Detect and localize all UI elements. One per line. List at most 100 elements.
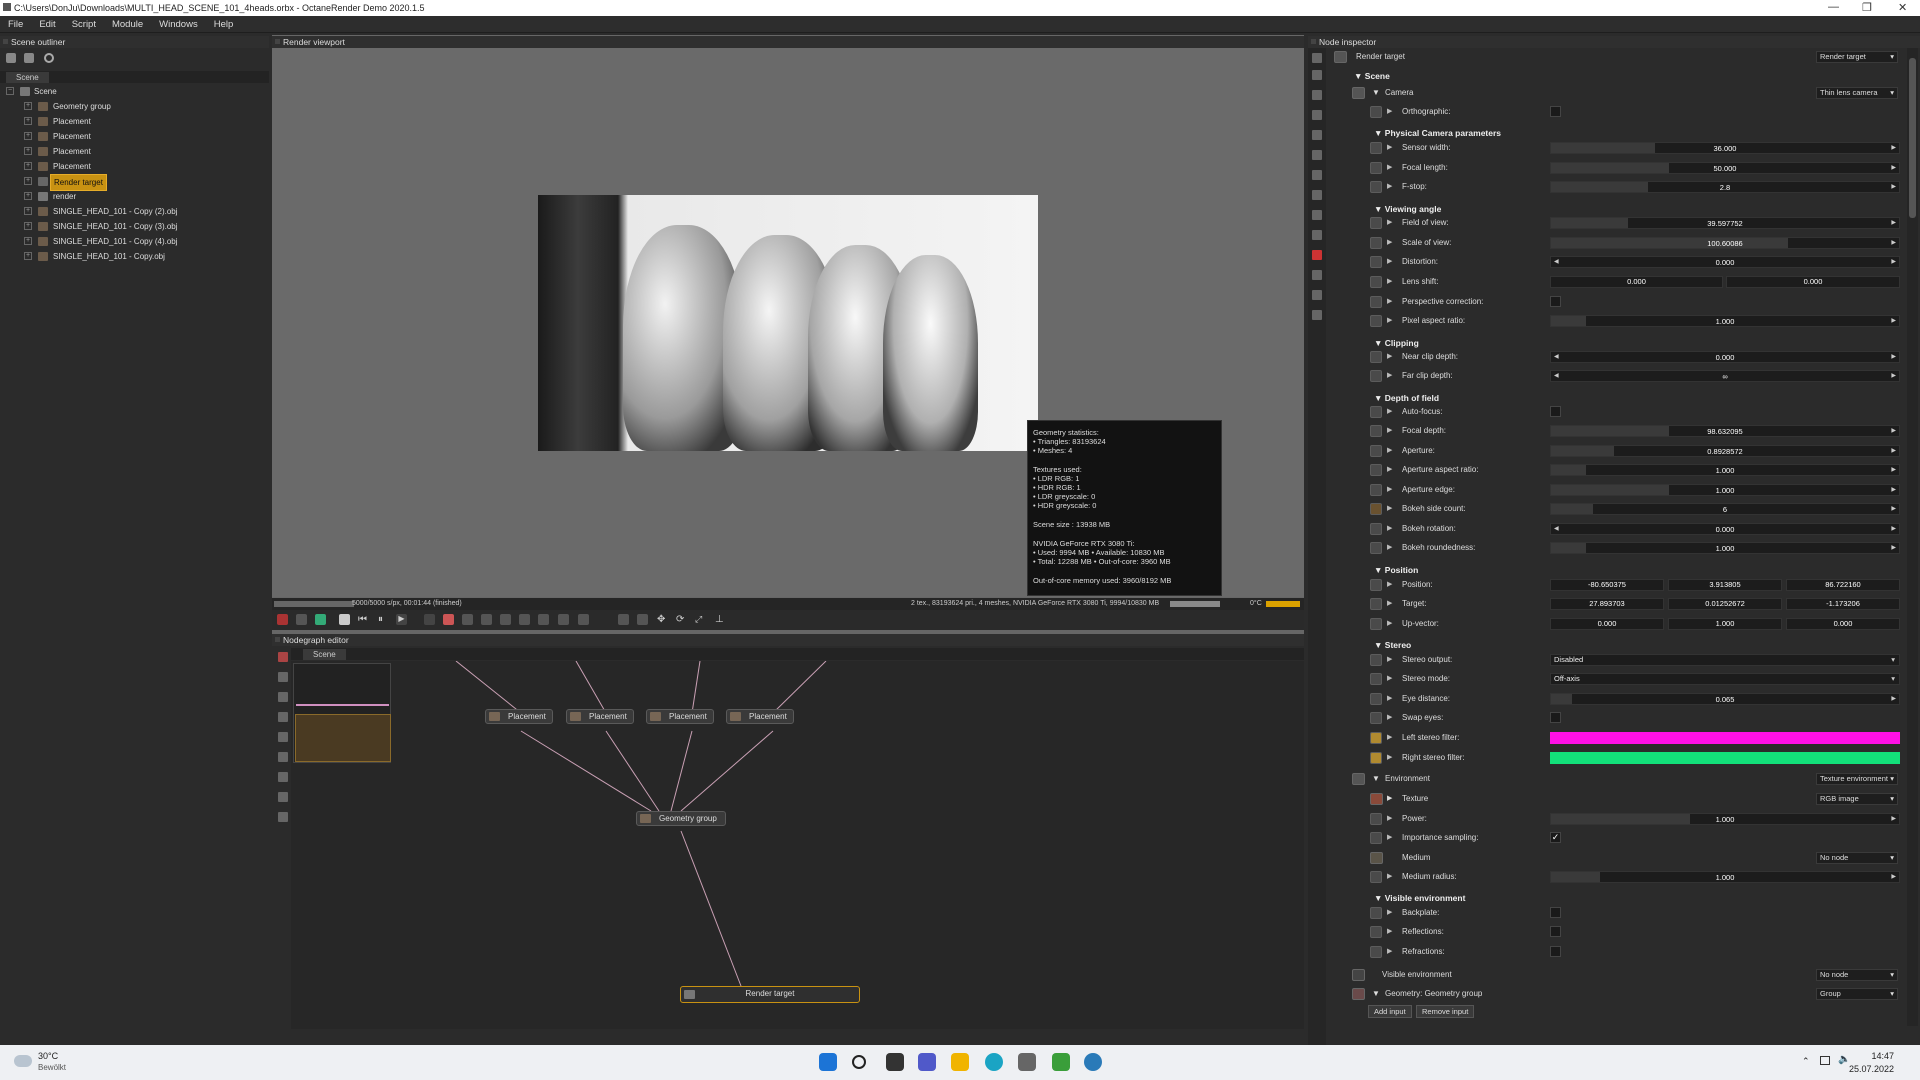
edge-icon[interactable] bbox=[985, 1053, 1003, 1071]
pin-icon[interactable] bbox=[1370, 523, 1382, 535]
clock-time[interactable]: 14:47 bbox=[1860, 1051, 1894, 1061]
chat-icon[interactable] bbox=[918, 1053, 936, 1071]
perspective-correction-checkbox[interactable] bbox=[1550, 296, 1561, 307]
start-icon[interactable] bbox=[819, 1053, 837, 1071]
remove-input-button[interactable]: Remove input bbox=[1416, 1005, 1475, 1018]
visible-environment-node-row[interactable]: Visible environment No node bbox=[1352, 967, 1904, 983]
weather-condition[interactable]: Bewölkt bbox=[38, 1063, 66, 1072]
expand-arrow-icon[interactable]: ▶ bbox=[1387, 257, 1392, 265]
expand-arrow-icon[interactable]: ▶ bbox=[1387, 316, 1392, 324]
maximize-icon[interactable]: ❐ bbox=[1862, 1, 1872, 14]
expand-toggle-icon[interactable]: + bbox=[24, 102, 32, 110]
close-icon[interactable]: ✕ bbox=[1898, 1, 1907, 14]
expand-arrow-icon[interactable]: ▶ bbox=[1387, 872, 1392, 880]
render-node-icon[interactable] bbox=[1312, 250, 1322, 260]
expand-toggle-icon[interactable]: + bbox=[24, 147, 32, 155]
settings-node-icon[interactable] bbox=[1312, 310, 1322, 320]
pin-icon[interactable] bbox=[1370, 351, 1382, 363]
expand-arrow-icon[interactable]: ▶ bbox=[1387, 599, 1392, 607]
pin-icon[interactable] bbox=[1370, 693, 1382, 705]
menu-script[interactable]: Script bbox=[64, 16, 104, 30]
pin-icon[interactable] bbox=[1370, 618, 1382, 630]
fov-slider[interactable]: 39.597752 bbox=[1550, 217, 1900, 229]
eye-distance-slider[interactable]: 0.065 bbox=[1550, 693, 1900, 705]
pin-icon[interactable] bbox=[1370, 926, 1382, 938]
tray-chevron-icon[interactable]: ⌃ bbox=[1802, 1056, 1810, 1067]
node-placement-3[interactable]: Placement bbox=[646, 709, 714, 724]
distortion-slider[interactable]: 0.000 bbox=[1550, 256, 1900, 268]
tab-scene[interactable]: Scene bbox=[303, 649, 346, 660]
up-vector-x[interactable]: 0.000 bbox=[1550, 618, 1664, 630]
search-icon[interactable] bbox=[852, 1055, 866, 1069]
expand-arrow-icon[interactable]: ▶ bbox=[1387, 947, 1392, 955]
node-tool-icon[interactable] bbox=[278, 712, 288, 722]
expand-toggle-icon[interactable]: + bbox=[24, 192, 32, 200]
scale-of-view-slider[interactable]: 100.60086 bbox=[1550, 237, 1900, 249]
pin-icon[interactable] bbox=[1370, 598, 1382, 610]
node-tool-icon[interactable] bbox=[278, 652, 288, 662]
environment-row[interactable]: ▼ Environment Texture environment bbox=[1352, 771, 1904, 787]
stereo-output-dropdown[interactable]: Disabled bbox=[1550, 654, 1900, 666]
sphere-icon[interactable] bbox=[315, 614, 326, 625]
expand-arrow-icon[interactable]: ▶ bbox=[1387, 619, 1392, 627]
expand-arrow-icon[interactable]: ▶ bbox=[1387, 143, 1392, 151]
expand-arrow-icon[interactable]: ▶ bbox=[1387, 833, 1392, 841]
expand-arrow-icon[interactable]: ▶ bbox=[1387, 352, 1392, 360]
expand-arrow-icon[interactable]: ▶ bbox=[1387, 163, 1392, 171]
expand-toggle-icon[interactable]: + bbox=[24, 252, 32, 260]
texture-row[interactable]: ▶ Texture RGB image bbox=[1370, 791, 1904, 807]
expand-arrow-icon[interactable]: ▶ bbox=[1387, 694, 1392, 702]
reflections-checkbox[interactable] bbox=[1550, 926, 1561, 937]
lens-shift-x[interactable]: 0.000 bbox=[1550, 276, 1723, 288]
pin-icon[interactable] bbox=[1370, 579, 1382, 591]
near-clip-slider[interactable]: 0.000 bbox=[1550, 351, 1900, 363]
menu-windows[interactable]: Windows bbox=[151, 16, 206, 30]
pin-icon[interactable] bbox=[1370, 181, 1382, 193]
expand-toggle-icon[interactable]: + bbox=[24, 177, 32, 185]
crop-icon[interactable] bbox=[519, 614, 530, 625]
light-node-icon[interactable] bbox=[1312, 170, 1322, 180]
pixel-aspect-slider[interactable]: 1.000 bbox=[1550, 315, 1900, 327]
weather-temperature[interactable]: 30°C bbox=[38, 1051, 58, 1061]
expand-toggle-icon[interactable]: + bbox=[24, 207, 32, 215]
pin-icon[interactable] bbox=[1370, 832, 1382, 844]
node-placement-1[interactable]: Placement bbox=[485, 709, 553, 724]
camera-row[interactable]: ▼ Camera Thin lens camera bbox=[1352, 85, 1904, 101]
tree-item[interactable]: + Placement bbox=[0, 144, 269, 159]
pin-icon[interactable] bbox=[1370, 654, 1382, 666]
node-tool-icon[interactable] bbox=[278, 772, 288, 782]
node-tool-icon[interactable] bbox=[278, 672, 288, 682]
collapse-toggle-icon[interactable]: − bbox=[6, 87, 14, 95]
medium-dropdown[interactable]: No node bbox=[1816, 852, 1898, 864]
expand-arrow-icon[interactable]: ▶ bbox=[1387, 655, 1392, 663]
expand-arrow-icon[interactable]: ▶ bbox=[1387, 107, 1392, 115]
expand-arrow-icon[interactable]: ▶ bbox=[1387, 504, 1392, 512]
app-icon[interactable] bbox=[1018, 1053, 1036, 1071]
nodegraph-minimap[interactable] bbox=[293, 663, 391, 763]
expand-toggle-icon[interactable]: + bbox=[24, 117, 32, 125]
weather-icon[interactable] bbox=[14, 1055, 32, 1067]
pin-icon[interactable] bbox=[1370, 907, 1382, 919]
tree-item[interactable]: + SINGLE_HEAD_101 - Copy (2).obj bbox=[0, 204, 269, 219]
environment-node-icon[interactable] bbox=[1312, 270, 1322, 280]
pause-icon[interactable]: ⏸ bbox=[378, 614, 389, 625]
add-input-button[interactable]: Add input bbox=[1368, 1005, 1412, 1018]
pin-icon[interactable] bbox=[1370, 315, 1382, 327]
pin-icon[interactable] bbox=[1370, 712, 1382, 724]
position-y[interactable]: 3.913805 bbox=[1668, 579, 1782, 591]
expand-arrow-icon[interactable]: ▶ bbox=[1387, 426, 1392, 434]
fstop-slider[interactable]: 2.8 bbox=[1550, 181, 1900, 193]
imager-node-icon[interactable] bbox=[1312, 290, 1322, 300]
kernel-node-icon[interactable] bbox=[1312, 230, 1322, 240]
camera-node-icon[interactable] bbox=[1312, 90, 1322, 100]
grid-icon[interactable] bbox=[296, 614, 307, 625]
tree-item[interactable]: + SINGLE_HEAD_101 - Copy (4).obj bbox=[0, 234, 269, 249]
move-icon[interactable]: ✥ bbox=[657, 614, 668, 625]
film-icon[interactable] bbox=[481, 614, 492, 625]
camera-icon[interactable] bbox=[277, 614, 288, 625]
layers-icon[interactable] bbox=[1312, 70, 1322, 80]
expand-arrow-icon[interactable]: ▶ bbox=[1387, 713, 1392, 721]
pin-icon[interactable] bbox=[1370, 256, 1382, 268]
node-tool-icon[interactable] bbox=[278, 752, 288, 762]
node-geometry-group[interactable]: Geometry group bbox=[636, 811, 726, 826]
